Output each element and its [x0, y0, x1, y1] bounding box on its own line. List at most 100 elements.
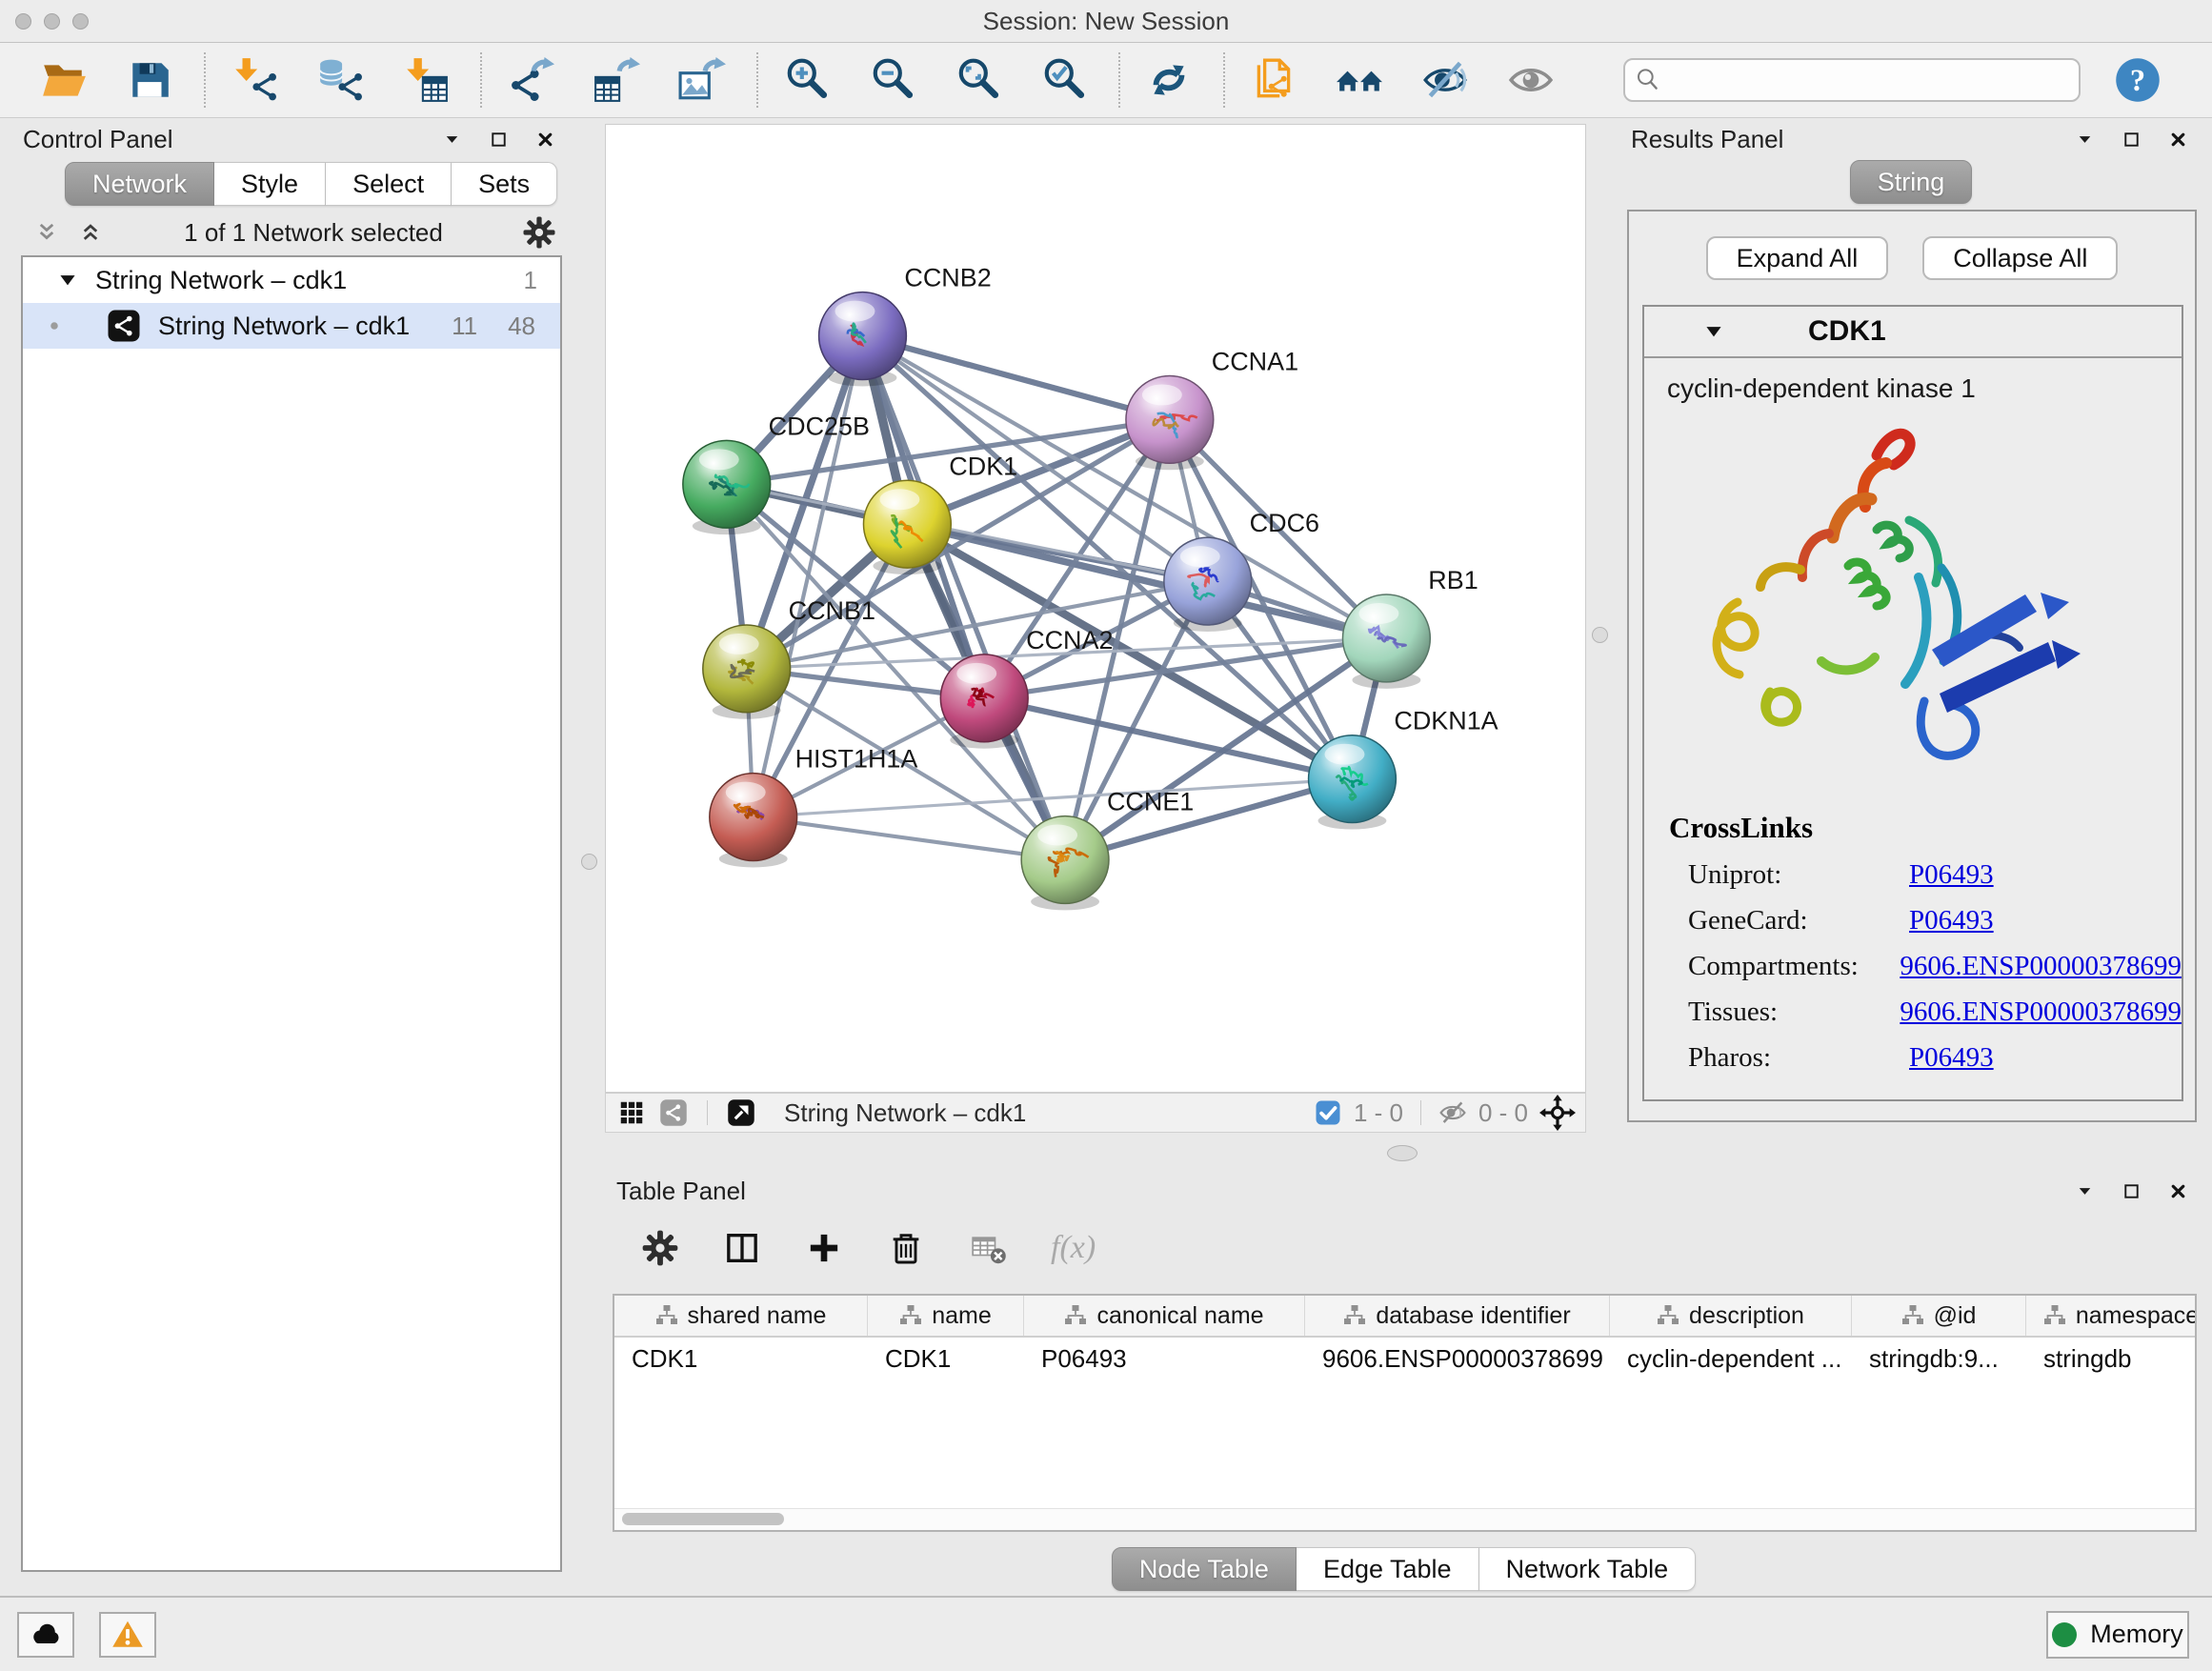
network-options-gear-icon[interactable]	[522, 215, 556, 250]
warnings-button[interactable]	[99, 1612, 156, 1658]
network-row-selected[interactable]: String Network – cdk1 11 48	[23, 303, 560, 349]
minimize-window-button[interactable]	[44, 13, 60, 30]
splitter-handle-left[interactable]	[581, 854, 597, 870]
selected-count-icon[interactable]	[1314, 1098, 1342, 1127]
network-node-CDC25B[interactable]: CDC25B	[683, 412, 870, 534]
table-horizontal-scrollbar[interactable]	[614, 1508, 2195, 1530]
import-network-file-button[interactable]	[231, 56, 278, 104]
zoom-out-button[interactable]	[869, 56, 916, 104]
crosslink-link-genecard[interactable]: P06493	[1909, 905, 1994, 936]
panel-close-icon[interactable]	[534, 129, 556, 151]
detach-view-icon[interactable]	[727, 1098, 755, 1127]
panel-float-icon[interactable]	[2121, 1180, 2142, 1202]
panel-close-icon[interactable]	[2167, 1180, 2189, 1202]
table-options-gear-icon[interactable]	[641, 1229, 679, 1267]
fit-content-icon[interactable]	[1539, 1095, 1576, 1131]
table-panel: Table Panel f(x) shared namenamecanonica…	[605, 1174, 2202, 1583]
column-header-namespace[interactable]: namespace	[2026, 1296, 2197, 1336]
network-node-CCNE1[interactable]: CCNE1	[1021, 788, 1194, 911]
tab-select[interactable]: Select	[326, 162, 452, 206]
export-network-button[interactable]	[507, 56, 554, 104]
expand-all-networks-icon[interactable]	[76, 218, 105, 247]
table-cell[interactable]: stringdb	[2026, 1338, 2197, 1379]
panel-menu-icon[interactable]	[2074, 1180, 2096, 1202]
column-header-@id[interactable]: @id	[1852, 1296, 2026, 1336]
crosslink-link-pharos[interactable]: P06493	[1909, 1042, 1994, 1074]
collapse-entry-icon[interactable]	[1701, 319, 1726, 344]
panel-menu-icon[interactable]	[2074, 129, 2096, 151]
tab-network[interactable]: Network	[65, 162, 214, 206]
birdseye-view-icon[interactable]	[617, 1098, 646, 1127]
table-cell[interactable]: P06493	[1024, 1338, 1305, 1379]
network-edge[interactable]	[907, 524, 1386, 638]
memory-button[interactable]: Memory	[2046, 1611, 2189, 1659]
cloud-status-button[interactable]	[17, 1612, 74, 1658]
network-edge[interactable]	[754, 779, 1353, 817]
import-network-database-button[interactable]	[316, 56, 364, 104]
panel-float-icon[interactable]	[2121, 129, 2142, 151]
network-edge[interactable]	[754, 817, 1065, 860]
hidden-count-icon[interactable]	[1438, 1098, 1467, 1127]
crosslink-link-compartments[interactable]: 9606.ENSP00000378699	[1900, 951, 2182, 982]
string-copy-button[interactable]	[1250, 56, 1297, 104]
add-column-icon[interactable]	[805, 1229, 843, 1267]
network-node-CDKN1A[interactable]: CDKN1A	[1309, 707, 1498, 830]
string-view-icon[interactable]	[659, 1098, 688, 1127]
zoom-selected-button[interactable]	[1040, 56, 1088, 104]
node-entry-header[interactable]: CDK1	[1644, 307, 2182, 358]
column-header-database-identifier[interactable]: database identifier	[1305, 1296, 1610, 1336]
table-row[interactable]: CDK1CDK1P064939606.ENSP00000378699cyclin…	[614, 1338, 2195, 1379]
scrollbar-thumb[interactable]	[622, 1513, 784, 1525]
network-edge[interactable]	[984, 698, 1352, 779]
import-table-file-button[interactable]	[402, 56, 450, 104]
network-canvas[interactable]: CCNB2CCNA1CDC25BCDK1CDC6RB1CCNB1CCNA2CDK…	[605, 124, 1586, 1093]
export-image-button[interactable]	[678, 56, 726, 104]
column-header-name[interactable]: name	[868, 1296, 1024, 1336]
close-window-button[interactable]	[15, 13, 31, 30]
tab-node-table[interactable]: Node Table	[1112, 1547, 1297, 1591]
splitter-handle-bottom[interactable]	[1387, 1145, 1418, 1161]
network-node-RB1[interactable]: RB1	[1342, 566, 1478, 689]
table-cell[interactable]: CDK1	[868, 1338, 1024, 1379]
expand-all-button[interactable]: Expand All	[1706, 236, 1889, 280]
collapse-all-button[interactable]: Collapse All	[1922, 236, 2118, 280]
show-columns-icon[interactable]	[723, 1229, 761, 1267]
panel-close-icon[interactable]	[2167, 129, 2189, 151]
hide-selected-button[interactable]	[1421, 56, 1469, 104]
panel-float-icon[interactable]	[488, 129, 510, 151]
zoom-window-button[interactable]	[72, 13, 89, 30]
group-nodes-button[interactable]	[1336, 56, 1383, 104]
table-cell[interactable]: stringdb:9...	[1852, 1338, 2026, 1379]
network-collection-row[interactable]: String Network – cdk1 1	[23, 257, 560, 303]
network-node-CCNA1[interactable]: CCNA1	[1126, 347, 1298, 470]
panel-menu-icon[interactable]	[441, 129, 463, 151]
tab-network-table[interactable]: Network Table	[1479, 1547, 1697, 1591]
delete-column-icon[interactable]	[887, 1229, 925, 1267]
column-header-description[interactable]: description	[1610, 1296, 1852, 1336]
column-header-shared-name[interactable]: shared name	[614, 1296, 868, 1336]
save-session-button[interactable]	[126, 56, 173, 104]
show-all-button[interactable]	[1507, 56, 1555, 104]
table-cell[interactable]: cyclin-dependent ...	[1610, 1338, 1852, 1379]
tab-sets[interactable]: Sets	[452, 162, 557, 206]
crosslink-link-uniprot[interactable]: P06493	[1909, 859, 1994, 891]
search-input[interactable]	[1623, 58, 2081, 102]
refresh-layout-button[interactable]	[1145, 56, 1193, 104]
zoom-in-button[interactable]	[783, 56, 831, 104]
collapse-all-networks-icon[interactable]	[32, 218, 61, 247]
collapse-icon[interactable]	[55, 268, 80, 292]
help-button[interactable]: ?	[2113, 55, 2162, 105]
table-cell[interactable]: 9606.ENSP00000378699	[1305, 1338, 1610, 1379]
crosslink-link-tissues[interactable]: 9606.ENSP00000378699	[1900, 997, 2182, 1028]
splitter-handle-right[interactable]	[1592, 627, 1608, 643]
export-table-button[interactable]	[593, 56, 640, 104]
tab-string[interactable]: String	[1850, 160, 1973, 204]
column-header-canonical-name[interactable]: canonical name	[1024, 1296, 1305, 1336]
open-file-button[interactable]	[40, 56, 88, 104]
network-node-CCNB1[interactable]: CCNB1	[703, 596, 875, 719]
table-cell[interactable]: CDK1	[614, 1338, 868, 1379]
tab-edge-table[interactable]: Edge Table	[1297, 1547, 1479, 1591]
network-node-HIST1H1A[interactable]: HIST1H1A	[710, 745, 918, 868]
tab-style[interactable]: Style	[214, 162, 326, 206]
zoom-fit-button[interactable]	[955, 56, 1002, 104]
